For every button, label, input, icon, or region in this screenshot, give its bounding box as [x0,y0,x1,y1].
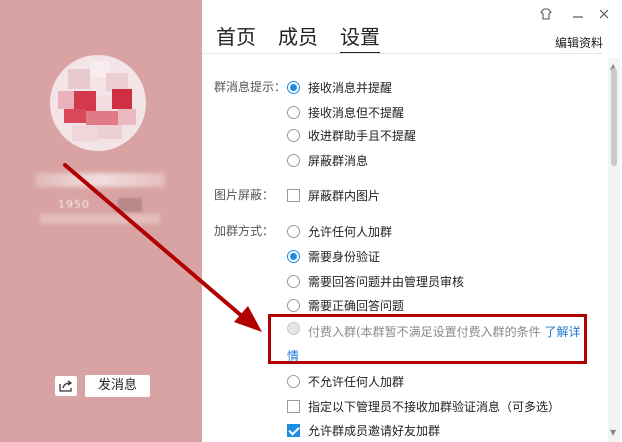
tab-divider [202,53,602,54]
radio-button[interactable] [287,375,300,388]
group-avatar[interactable] [50,55,146,151]
radio-button[interactable] [287,250,300,263]
option-label: 需要回答问题并由管理员审核 [308,275,465,289]
join-option-deny-all[interactable]: 不允许任何人加群 [287,373,404,390]
option-label: 接收消息但不提醒 [308,106,405,120]
tab-bar: 首页 成员 设置 [216,24,402,54]
edit-profile-link[interactable]: 编辑资料 [555,34,603,51]
option-label: 指定以下管理员不接收加群验证消息（可多选） [308,400,561,414]
image-block-option[interactable]: 屏蔽群内图片 [287,187,380,204]
radio-button[interactable] [287,275,300,288]
send-message-button[interactable]: 发消息 [85,375,150,397]
close-icon[interactable] [598,8,610,23]
scrollbar[interactable]: ▲ ▼ [608,58,620,442]
option-label: 屏蔽群消息 [308,154,369,168]
blurred-group-name [35,173,165,187]
join-option-verify[interactable]: 需要身份验证 [287,248,380,265]
option-label: 屏蔽群内图片 [308,189,381,203]
tab-members[interactable]: 成员 [278,24,318,54]
radio-button[interactable] [287,225,300,238]
admin-no-notify-option[interactable]: 指定以下管理员不接收加群验证消息（可多选） [287,398,560,415]
settings-panel: 首页 成员 设置 编辑资料 群消息提示： 接收消息并提醒 接收消息但不提醒 收进… [202,0,622,442]
join-option-answer-review[interactable]: 需要回答问题并由管理员审核 [287,273,464,290]
allow-invite-option[interactable]: 允许群成员邀请好友加群 [287,422,440,439]
option-label: 允许任何人加群 [308,225,393,239]
scroll-down-icon[interactable]: ▼ [610,428,616,437]
blurred-id-block [118,198,142,212]
profile-panel: 1950 发消息 [0,0,202,442]
blurred-group-info [40,214,160,224]
option-label: 收进群助手且不提醒 [308,129,417,143]
radio-button[interactable] [287,299,300,312]
minimize-icon[interactable] [572,10,584,24]
option-label: 需要身份验证 [308,250,381,264]
checkbox[interactable] [287,400,300,413]
option-label: 不允许任何人加群 [308,375,405,389]
checkbox[interactable] [287,189,300,202]
join-option-answer-correct[interactable]: 需要正确回答问题 [287,297,404,314]
notify-option-block[interactable]: 屏蔽群消息 [287,152,368,169]
option-label: 允许群成员邀请好友加群 [308,424,441,438]
option-label: 接收消息并提醒 [308,81,393,95]
radio-button[interactable] [287,129,300,142]
option-label: 需要正确回答问题 [308,299,405,313]
group-id-fragment: 1950 [58,198,90,211]
notify-option-receive-silent[interactable]: 接收消息但不提醒 [287,104,404,121]
checkbox[interactable] [287,424,300,437]
image-block-label: 图片屏蔽： [214,188,275,202]
radio-button[interactable] [287,154,300,167]
join-option-anyone[interactable]: 允许任何人加群 [287,223,392,240]
share-button[interactable] [55,376,77,396]
paid-join-text: 付费入群(本群暂不满足设置付费入群的条件 了解详情 [287,320,582,368]
radio-button[interactable] [287,106,300,119]
radio-button[interactable] [287,81,300,94]
join-method-label: 加群方式： [214,224,275,238]
paid-join-label: 付费入群(本群暂不满足设置付费入群的条件 [308,325,541,339]
skin-icon[interactable] [539,8,553,23]
notify-option-assistant[interactable]: 收进群助手且不提醒 [287,127,416,144]
scroll-thumb[interactable] [611,68,617,166]
notify-option-receive-remind[interactable]: 接收消息并提醒 [287,79,392,96]
notify-label: 群消息提示： [214,80,287,94]
share-icon [59,380,73,392]
tab-settings[interactable]: 设置 [340,24,380,54]
tab-home[interactable]: 首页 [216,24,256,54]
